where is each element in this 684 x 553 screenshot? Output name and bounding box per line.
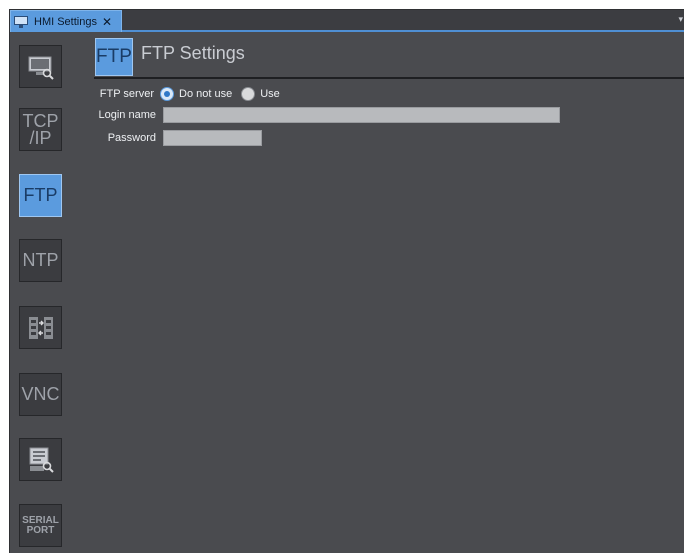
header-divider bbox=[94, 77, 684, 79]
ftp-server-label: FTP server bbox=[99, 88, 154, 100]
ftp-server-row: FTP server Do not use Use bbox=[94, 86, 280, 102]
maintenance-icon bbox=[29, 447, 54, 473]
close-icon[interactable]: ✕ bbox=[102, 15, 112, 29]
rail-item-ntp[interactable]: NTP bbox=[19, 239, 62, 282]
login-name-field[interactable] bbox=[163, 107, 560, 123]
radio-use-label[interactable]: Use bbox=[260, 88, 280, 100]
radio-do-not-use-label[interactable]: Do not use bbox=[179, 88, 232, 100]
ftp-header-icon: FTP bbox=[95, 38, 133, 76]
vnc-icon: VNC bbox=[21, 384, 60, 404]
tcpip-label-line1: TCP bbox=[22, 110, 59, 131]
monitor-icon bbox=[14, 15, 29, 28]
tab-strip: HMI Settings ✕ ▾ bbox=[10, 10, 684, 32]
rail-item-data-exchange[interactable] bbox=[19, 306, 62, 349]
password-field[interactable] bbox=[163, 130, 262, 146]
ftp-icon: FTP bbox=[23, 185, 58, 205]
tcpip-label-line2: /IP bbox=[29, 127, 52, 148]
serial-port-label-line2: PORT bbox=[26, 524, 55, 536]
radio-do-not-use[interactable] bbox=[160, 87, 174, 101]
hmi-settings-window: HMI Settings ✕ ▾ TCP /IP FTP NTP VNC SER… bbox=[9, 9, 684, 553]
login-name-row: Login name bbox=[94, 107, 560, 123]
rail-item-tcpip[interactable]: TCP /IP bbox=[19, 108, 62, 151]
radio-use[interactable] bbox=[241, 87, 256, 101]
display-settings-icon bbox=[28, 56, 54, 80]
rail-item-serial-port[interactable]: SERIAL PORT bbox=[19, 504, 62, 547]
login-name-label: Login name bbox=[98, 109, 157, 121]
rail-item-ftp[interactable]: FTP bbox=[19, 174, 62, 217]
tab-title: HMI Settings bbox=[34, 15, 97, 28]
ftp-settings-panel: FTP FTP Settings FTP server Do not use U… bbox=[94, 34, 684, 553]
chevron-down-icon[interactable]: ▾ bbox=[678, 14, 683, 25]
page-title: FTP Settings bbox=[141, 43, 245, 63]
serial-port-label-line1: SERIAL bbox=[22, 514, 59, 526]
tab-hmi-settings[interactable]: HMI Settings ✕ bbox=[10, 10, 122, 32]
password-row: Password bbox=[94, 130, 262, 146]
rail-item-maintenance[interactable] bbox=[19, 438, 62, 481]
ntp-icon: NTP bbox=[22, 250, 59, 270]
data-exchange-icon bbox=[28, 316, 53, 339]
serial-port-icon: SERIAL PORT bbox=[22, 514, 59, 536]
rail-item-display-settings[interactable] bbox=[19, 45, 62, 88]
password-label: Password bbox=[107, 132, 156, 144]
settings-category-rail: TCP /IP FTP NTP VNC SERIAL PORT bbox=[10, 34, 75, 553]
tcpip-icon: TCP /IP bbox=[22, 110, 59, 148]
rail-item-vnc[interactable]: VNC bbox=[19, 373, 62, 416]
